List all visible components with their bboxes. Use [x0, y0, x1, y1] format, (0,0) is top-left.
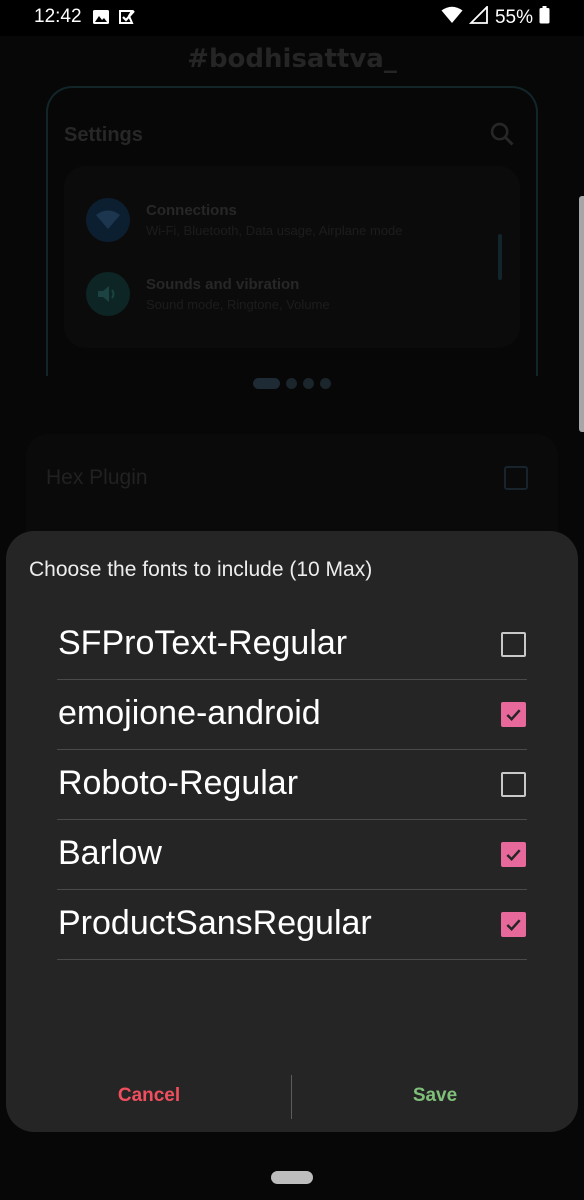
cancel-button[interactable]: Cancel — [6, 1071, 292, 1121]
font-name: Roboto-Regular — [58, 764, 299, 802]
check-box-notification-icon — [118, 8, 136, 31]
status-time: 12:42 — [34, 6, 82, 27]
edge-panel-handle[interactable] — [579, 196, 584, 432]
font-checkbox[interactable] — [501, 772, 526, 797]
cell-signal-icon — [468, 4, 489, 29]
battery-percentage: 55% — [494, 6, 533, 28]
font-row-roboto[interactable]: Roboto-Regular — [57, 750, 527, 820]
font-name: emojione-android — [58, 694, 321, 732]
font-row-productsans[interactable]: ProductSansRegular — [57, 890, 527, 960]
status-bar: 12:42 55% — [0, 0, 584, 36]
battery-icon — [539, 6, 550, 29]
font-checkbox[interactable] — [501, 632, 526, 657]
font-row-emojione[interactable]: emojione-android — [57, 680, 527, 750]
font-row-sfprotext[interactable]: SFProText-Regular — [57, 610, 527, 680]
font-checkbox[interactable] — [501, 842, 526, 867]
home-indicator[interactable] — [271, 1171, 313, 1184]
font-chooser-dialog: Choose the fonts to include (10 Max) SFP… — [6, 531, 578, 1132]
font-checkbox[interactable] — [501, 702, 526, 727]
font-row-barlow[interactable]: Barlow — [57, 820, 527, 890]
font-name: Barlow — [58, 834, 162, 872]
save-button[interactable]: Save — [292, 1071, 578, 1121]
wifi-icon — [441, 6, 463, 29]
checkmark-icon — [506, 709, 521, 722]
font-checkbox[interactable] — [501, 912, 526, 937]
image-icon — [92, 8, 110, 31]
font-name: ProductSansRegular — [58, 904, 372, 942]
checkmark-icon — [506, 919, 521, 932]
checkmark-icon — [506, 849, 521, 862]
font-name: SFProText-Regular — [58, 624, 348, 662]
dialog-title: Choose the fonts to include (10 Max) — [29, 558, 373, 581]
dialog-actions: Cancel Save — [6, 1071, 578, 1121]
